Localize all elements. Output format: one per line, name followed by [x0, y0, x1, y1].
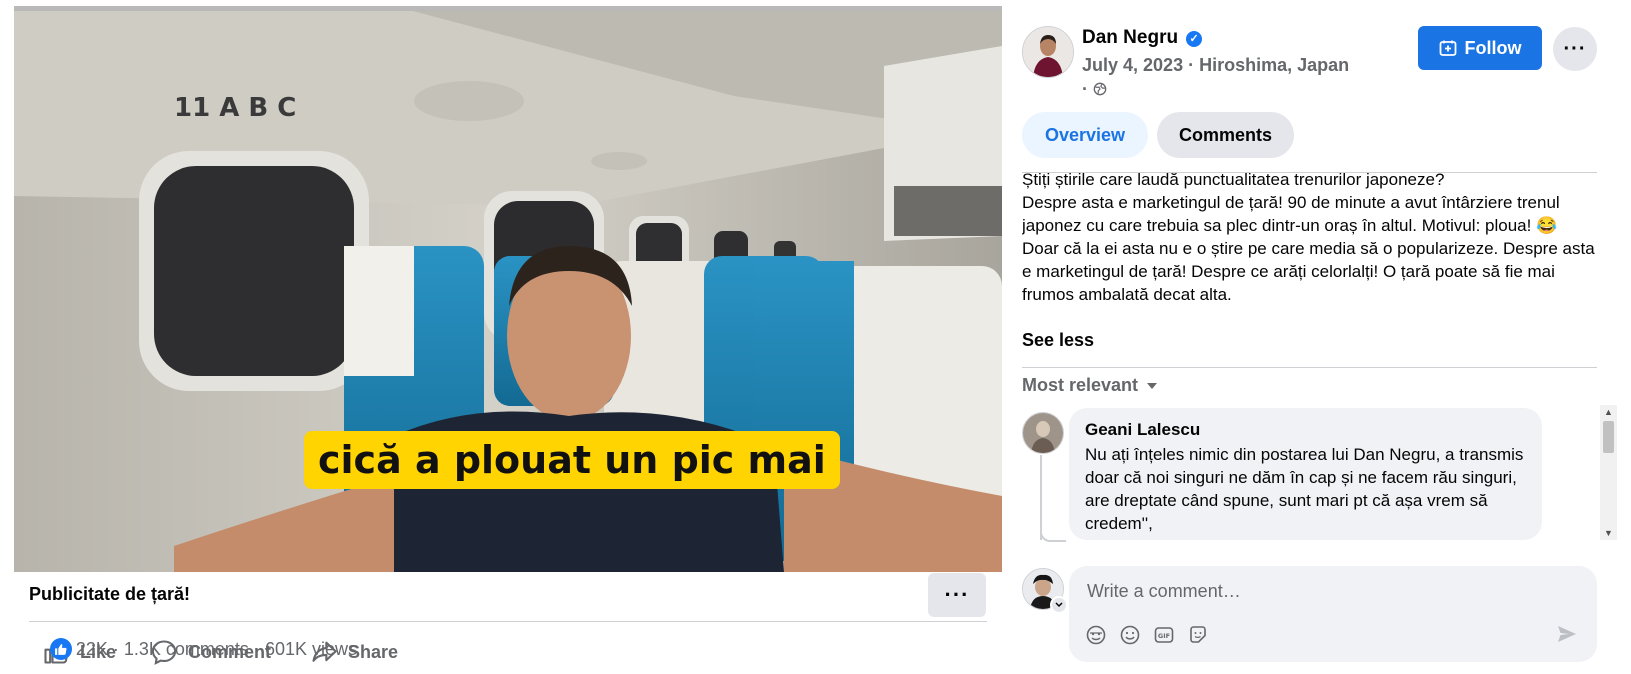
video-more-button[interactable]: ···: [928, 573, 986, 617]
video-progress-track[interactable]: [14, 6, 1002, 11]
follow-page-icon: [1439, 40, 1456, 56]
svg-text:11 A B C: 11 A B C: [174, 93, 296, 123]
tab-comments[interactable]: Comments: [1157, 112, 1294, 158]
avatar-sticker-icon[interactable]: [1085, 624, 1107, 646]
send-icon[interactable]: [1555, 622, 1579, 646]
author-photo: [1023, 27, 1073, 77]
globe-icon: [1093, 82, 1107, 96]
divider: [29, 621, 987, 622]
post-location[interactable]: Hiroshima, Japan: [1199, 55, 1349, 75]
sticker-icon[interactable]: [1187, 624, 1209, 646]
comments-scrollbar[interactable]: ▲ ▼: [1600, 405, 1617, 540]
reaction-count[interactable]: 22K: [76, 639, 108, 660]
stats-separator: ·: [112, 638, 119, 659]
comment-text: Nu ați înțeles nimic din postarea lui Da…: [1085, 445, 1524, 533]
comment-bubble: Geani Lalescu Nu ați înțeles nimic din p…: [1069, 408, 1542, 540]
video-player[interactable]: 11 A B C cică a plouat un pic mai: [14, 6, 1002, 572]
comment-author[interactable]: Geani Lalescu: [1085, 420, 1200, 440]
tab-overview[interactable]: Overview: [1022, 112, 1148, 158]
post-stats: 22K · 1.3K comments · 601K views: [49, 638, 357, 660]
post-more-button[interactable]: ···: [1553, 27, 1597, 71]
like-reaction-icon: [49, 638, 72, 660]
comment-thread-connector: [1040, 522, 1066, 542]
view-count: 601K views: [264, 638, 357, 659]
caret-down-icon: [1147, 382, 1158, 389]
commenter-avatar[interactable]: [1022, 412, 1064, 454]
account-switch-chevron-icon[interactable]: [1050, 596, 1068, 614]
post-text-line: Doar că la ei asta nu e o știre pe care …: [1022, 239, 1595, 304]
post-text: Știți știrile care laudă punctualitatea …: [1022, 168, 1602, 318]
meta-separator: ·: [1188, 55, 1195, 75]
comment-sort-label: Most relevant: [1022, 375, 1139, 395]
post-text-line: Știți știrile care laudă punctualitatea …: [1022, 170, 1445, 189]
comment-sort-dropdown[interactable]: Most relevant: [1022, 375, 1158, 396]
post-text-line: Despre asta e marketingul de țară! 90 de…: [1022, 193, 1560, 235]
video-caption: cică a plouat un pic mai: [304, 431, 840, 489]
author-name[interactable]: Dan Negru: [1082, 27, 1178, 48]
see-less-link[interactable]: See less: [1022, 330, 1094, 351]
video-panel: 11 A B C cică a plouat un pic mai Public…: [0, 0, 1002, 674]
post-meta: July 4, 2023 · Hiroshima, Japan ·: [1082, 53, 1402, 101]
scrollbar-thumb[interactable]: [1603, 421, 1614, 453]
scroll-down-arrow-icon[interactable]: ▼: [1604, 528, 1613, 538]
follow-label: Follow: [1464, 37, 1522, 58]
author-avatar[interactable]: [1022, 26, 1074, 78]
comment-input[interactable]: [1085, 576, 1569, 606]
scroll-up-arrow-icon[interactable]: ▲: [1604, 407, 1613, 417]
verified-badge-icon: ✓: [1186, 31, 1203, 47]
commenter-photo: [1023, 413, 1063, 453]
svg-text:GIF: GIF: [1158, 632, 1170, 640]
gif-icon[interactable]: GIF: [1153, 624, 1175, 646]
video-title: Publicitate de țară!: [29, 584, 191, 604]
stats-separator: ·: [253, 638, 260, 659]
post-date[interactable]: July 4, 2023: [1082, 55, 1183, 75]
divider: [1022, 367, 1597, 368]
author-name-row: Dan Negru ✓: [1082, 27, 1203, 49]
meta-separator: ·: [1082, 79, 1088, 99]
follow-button[interactable]: Follow: [1418, 26, 1542, 70]
emoji-icon[interactable]: [1119, 624, 1141, 646]
comment-composer: GIF: [1069, 566, 1597, 662]
comment-count[interactable]: 1.3K comments: [124, 639, 249, 660]
